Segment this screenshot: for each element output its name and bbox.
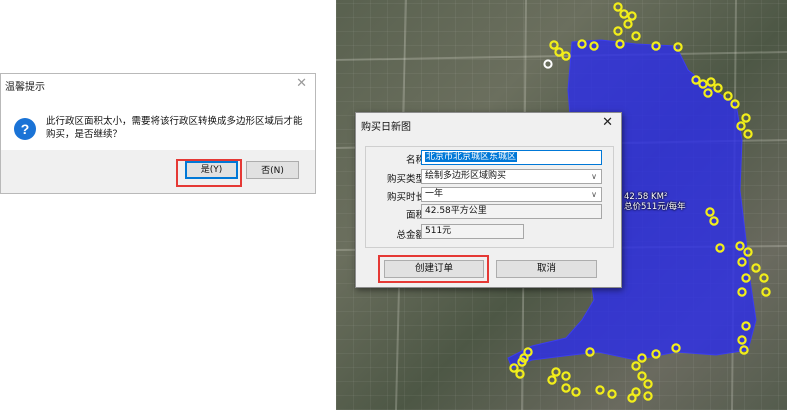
duration-select[interactable]: 一年 — [421, 187, 602, 202]
purchase-type-value: 绘制多边形区域购买 — [425, 171, 507, 181]
duration-value: 一年 — [425, 189, 444, 199]
purchase-type-select[interactable]: 绘制多边形区域购买 — [421, 169, 602, 184]
duration-label: 购买时长 — [386, 192, 425, 203]
name-label: 名称 — [405, 155, 425, 166]
message-text: 此行政区面积太小，需要将该行政区转换成多边形区域后才能购买，是否继续？ — [46, 116, 303, 140]
name-value: 北京市北京城区东城区 — [425, 152, 518, 162]
purchase-type-label: 购买类型 — [386, 174, 425, 185]
message-box-footer: 是(Y) 否(N) — [1, 150, 315, 193]
area-price-label: 42.58 KM² 总价511元/每年 — [624, 192, 686, 212]
message-box-title: 温馨提示 — [5, 82, 45, 93]
area-field: 42.58平方公里 — [421, 204, 602, 219]
cancel-button[interactable]: 取消 — [496, 260, 597, 278]
total-amount-field: 511元 — [421, 224, 524, 239]
no-button[interactable]: 否(N) — [246, 161, 299, 179]
area-label-line1: 42.58 KM² — [624, 192, 668, 202]
area-label-line2: 总价511元/每年 — [624, 202, 686, 212]
selected-vertex-marker — [543, 59, 553, 69]
close-icon[interactable]: ✕ — [296, 76, 307, 91]
total-amount-value: 511元 — [425, 226, 452, 236]
message-box: 温馨提示 ✕ ? 此行政区面积太小，需要将该行政区转换成多边形区域后才能购买，是… — [0, 73, 316, 194]
area-value: 42.58平方公里 — [425, 206, 487, 216]
name-field[interactable]: 北京市北京城区东城区 — [421, 150, 602, 165]
total-amount-label: 总金额 — [396, 230, 425, 241]
create-order-highlight — [378, 255, 489, 283]
area-label: 面积 — [405, 210, 425, 221]
dialog-title: 购买日新图 — [361, 122, 411, 133]
question-icon: ? — [14, 118, 36, 140]
close-icon[interactable]: ✕ — [602, 115, 613, 130]
yes-button-highlight — [176, 159, 242, 187]
